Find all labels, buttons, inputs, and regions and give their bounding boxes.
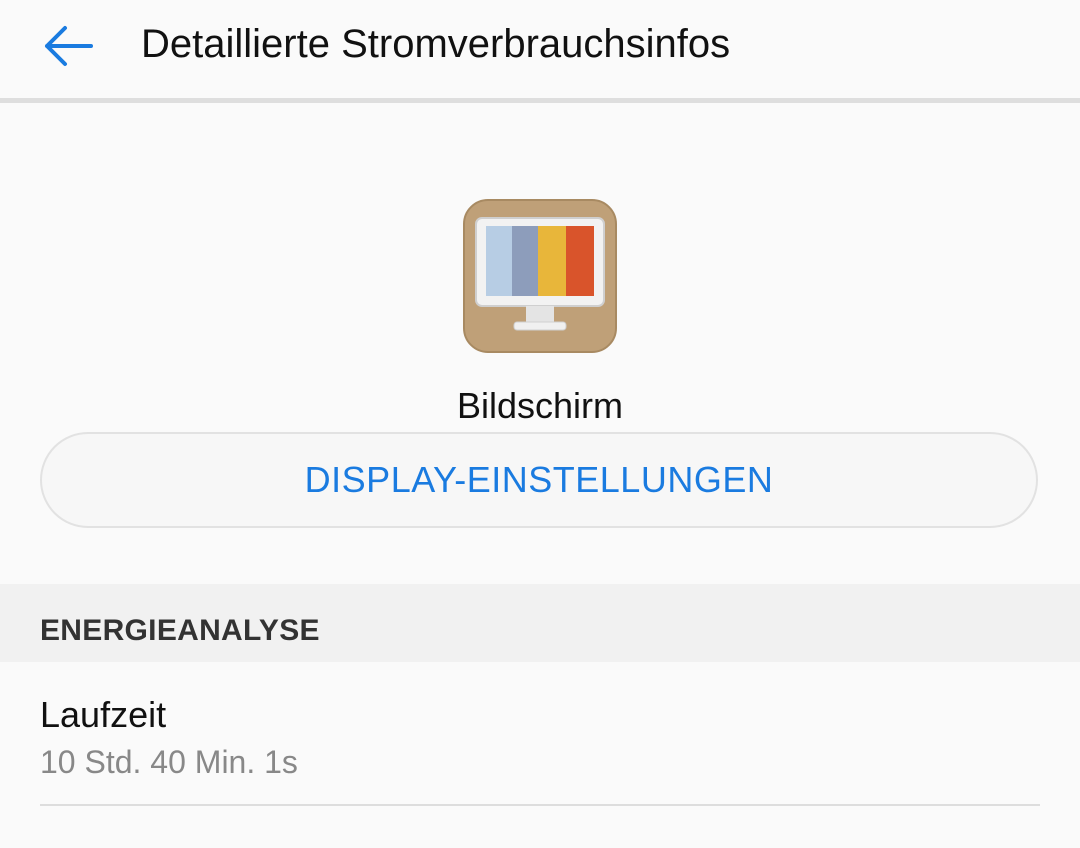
page-title: Detaillierte Stromverbrauchsinfos (141, 22, 731, 66)
header-divider (0, 98, 1080, 103)
display-settings-label: DISPLAY-EINSTELLUNGEN (304, 459, 774, 500)
runtime-value: 10 Std. 40 Min. 1s (40, 744, 298, 780)
display-settings-button[interactable]: DISPLAY-EINSTELLUNGEN (40, 432, 1038, 528)
back-button[interactable] (28, 14, 108, 78)
arrow-left-icon (45, 26, 93, 66)
app-name: Bildschirm (456, 385, 624, 426)
display-monitor-icon (463, 199, 617, 353)
section-title: ENERGIEANALYSE (40, 614, 320, 647)
runtime-label: Laufzeit (40, 694, 167, 735)
row-divider (40, 804, 1040, 806)
